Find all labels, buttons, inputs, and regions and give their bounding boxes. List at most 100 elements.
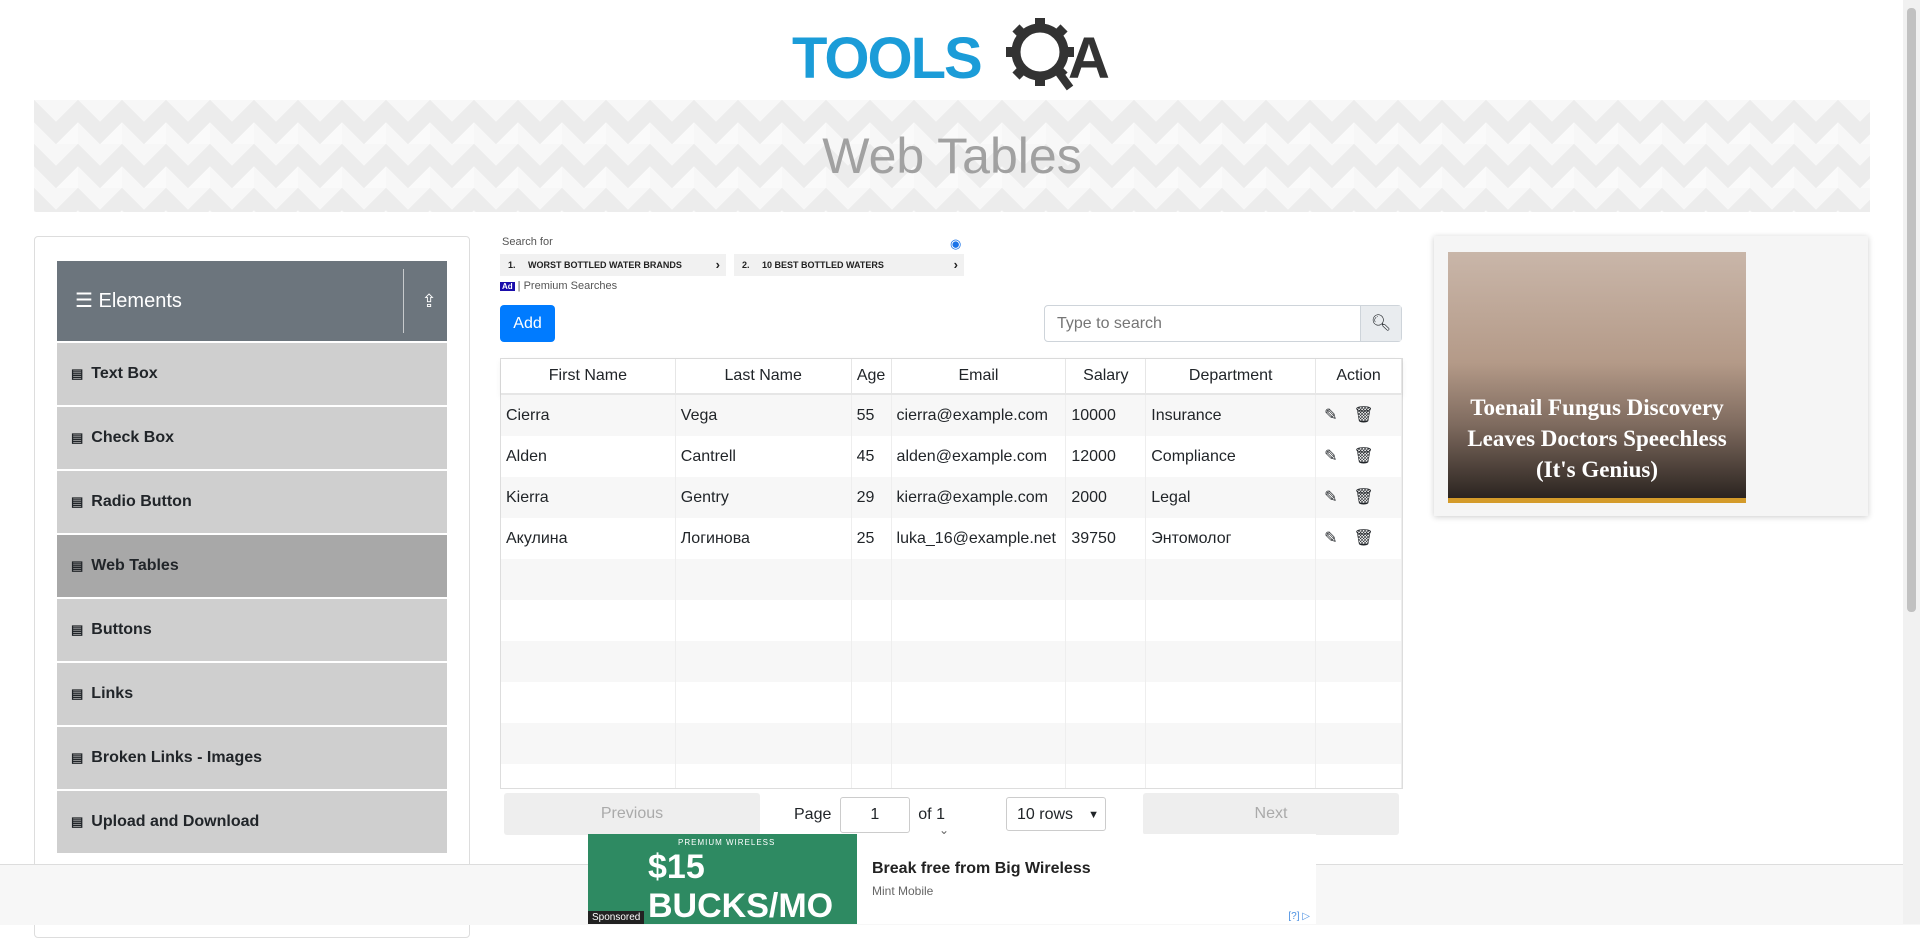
page-info: Page 1 of 1 ⌄ — [794, 797, 949, 837]
cell-email: alden@example.com — [892, 436, 1067, 477]
cell-age: 45 — [852, 436, 892, 477]
document-icon: ▤ — [71, 686, 84, 701]
rows-per-page-value: 10 rows — [1017, 806, 1074, 823]
previous-button[interactable]: Previous — [504, 793, 760, 835]
logo-text-tools: TOOLS — [792, 26, 981, 91]
delete-icon[interactable]: 🗑︎ — [1353, 395, 1373, 436]
bottom-ad-source: Mint Mobile — [872, 884, 934, 898]
sidebar-item-label: Upload and Download — [91, 813, 260, 830]
table-row: Alden Cantrell 45 alden@example.com 1200… — [501, 436, 1402, 477]
table-row-empty — [501, 682, 1402, 723]
cell-last-name: Gentry — [676, 477, 852, 518]
cell-department: Энтомолог — [1146, 518, 1317, 559]
search-ad-item-num: 2. — [742, 260, 750, 270]
document-icon: ▤ — [71, 366, 84, 381]
hamburger-icon: ☰ — [75, 290, 93, 312]
search-ad-item[interactable]: 2. 10 BEST BOTTLED WATERS › — [734, 254, 964, 276]
search-ad-item-text: WORST BOTTLED WATER BRANDS — [528, 260, 682, 270]
sidebar-item-broken-links[interactable]: ▤ Broken Links - Images — [57, 727, 447, 791]
search-box: 🔍︎ — [1044, 305, 1402, 342]
sidebar-item-label: Links — [91, 685, 134, 702]
cell-first-name: Cierra — [501, 395, 676, 436]
rows-per-page-select[interactable]: 10 rows ▼ — [1006, 797, 1106, 831]
column-header[interactable]: Action — [1316, 359, 1402, 393]
bottom-ad-image: PREMIUM WIRELESS $15 BUCKS/MO Sponsored — [588, 834, 857, 925]
next-button[interactable]: Next — [1143, 793, 1399, 835]
cell-action: ✎ 🗑︎ — [1316, 477, 1402, 518]
cell-last-name: Логинова — [676, 518, 852, 559]
cell-email: cierra@example.com — [892, 395, 1067, 436]
sidebar-item-upload-download[interactable]: ▤ Upload and Download — [57, 791, 447, 855]
search-ad-tag-text: | Premium Searches — [517, 280, 618, 292]
table-header: First Name Last Name Age Email Salary De… — [501, 359, 1402, 395]
table-row: Kierra Gentry 29 kierra@example.com 2000… — [501, 477, 1402, 518]
column-header[interactable]: Salary — [1066, 359, 1147, 393]
bottom-ad[interactable]: PREMIUM WIRELESS $15 BUCKS/MO Sponsored … — [588, 834, 1316, 925]
gear-icon — [1006, 18, 1074, 91]
sidebar-item-text-box[interactable]: ▤ Text Box — [57, 343, 447, 407]
cell-department: Legal — [1146, 477, 1317, 518]
search-icon: 🔍︎ — [1370, 315, 1392, 332]
sidebar-item-label: Web Tables — [91, 557, 179, 574]
bottom-ad-image-top: PREMIUM WIRELESS — [678, 838, 776, 847]
cell-email: luka_16@example.net — [892, 518, 1067, 559]
column-header[interactable]: Last Name — [676, 359, 852, 393]
document-icon: ▤ — [71, 430, 84, 445]
edit-icon[interactable]: ✎ — [1324, 395, 1337, 436]
sidebar-item-links[interactable]: ▤ Links — [57, 663, 447, 727]
cell-department: Insurance — [1146, 395, 1317, 436]
column-header[interactable]: Age — [852, 359, 892, 393]
group-title-label: Elements — [98, 290, 182, 312]
sidebar-item-radio-button[interactable]: ▤ Radio Button — [57, 471, 447, 535]
cell-age: 25 — [852, 518, 892, 559]
add-button[interactable]: Add — [500, 305, 555, 342]
ad-info-label: [?] — [1288, 911, 1300, 922]
search-ad-item[interactable]: 1. WORST BOTTLED WATER BRANDS › — [500, 254, 726, 276]
search-button[interactable]: 🔍︎ — [1360, 306, 1401, 341]
cell-last-name: Vega — [676, 395, 852, 436]
cell-last-name: Cantrell — [676, 436, 852, 477]
column-header[interactable]: Email — [892, 359, 1067, 393]
logo-text-a: A — [1068, 26, 1110, 91]
scrollbar[interactable] — [1903, 0, 1920, 924]
page-input[interactable]: 1 — [839, 797, 910, 833]
sidebar-item-check-box[interactable]: ▤ Check Box — [57, 407, 447, 471]
search-input[interactable] — [1045, 306, 1363, 341]
divider — [403, 269, 404, 333]
sidebar-item-label: Radio Button — [91, 493, 192, 510]
cell-first-name: Акулина — [501, 518, 676, 559]
group-title: ☰ Elements — [75, 261, 182, 341]
scrollbar-thumb[interactable] — [1907, 8, 1916, 612]
dropdown-arrow-icon: ▼ — [1088, 809, 1099, 821]
group-header-elements[interactable]: ☰ Elements ⇪ — [57, 261, 447, 341]
search-ad: Search for ◉ 1. WORST BOTTLED WATER BRAN… — [500, 236, 970, 296]
cell-action: ✎ 🗑︎ — [1316, 436, 1402, 477]
sidebar-item-label: Text Box — [91, 365, 158, 382]
document-icon: ▤ — [71, 750, 84, 765]
delete-icon[interactable]: 🗑︎ — [1353, 477, 1373, 518]
cell-salary: 12000 — [1066, 436, 1147, 477]
document-icon: ▤ — [71, 622, 84, 637]
ad-info-icon[interactable]: [?] ▷ — [1288, 911, 1310, 922]
sidebar-item-buttons[interactable]: ▤ Buttons — [57, 599, 447, 663]
document-icon: ▤ — [71, 814, 84, 829]
search-ad-label: Search for — [502, 236, 553, 248]
cell-first-name: Kierra — [501, 477, 676, 518]
edit-icon[interactable]: ✎ — [1324, 477, 1337, 518]
column-header[interactable]: Department — [1146, 359, 1317, 393]
column-header[interactable]: First Name — [501, 359, 676, 393]
delete-icon[interactable]: 🗑︎ — [1353, 436, 1373, 477]
sidebar-item-web-tables[interactable]: ▤ Web Tables — [57, 535, 447, 599]
edit-icon[interactable]: ✎ — [1324, 518, 1337, 559]
toolsqa-logo[interactable]: TOOLS A — [790, 14, 1115, 94]
cell-first-name: Alden — [501, 436, 676, 477]
cell-age: 55 — [852, 395, 892, 436]
sidebar-item-label: Broken Links - Images — [91, 749, 263, 766]
web-table: First Name Last Name Age Email Salary De… — [500, 358, 1403, 840]
edit-icon[interactable]: ✎ — [1324, 436, 1337, 477]
chevron-right-icon: › — [715, 257, 720, 272]
upload-icon[interactable]: ⇪ — [411, 261, 447, 341]
delete-icon[interactable]: 🗑︎ — [1353, 518, 1373, 559]
right-ad[interactable]: Toenail Fungus Discovery Leaves Doctors … — [1434, 236, 1868, 516]
eye-icon[interactable]: ◉ — [950, 236, 961, 252]
